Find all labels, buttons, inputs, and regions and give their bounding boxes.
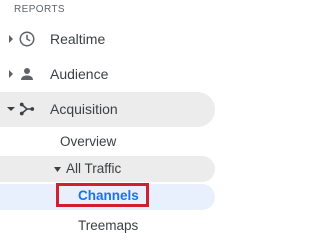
person-icon (18, 65, 36, 83)
nav-item-overview-label: Overview (60, 134, 117, 149)
caret-right-icon (6, 34, 16, 44)
nav-item-all-traffic-label: All Traffic (66, 161, 122, 176)
nav-item-treemaps-label: Treemaps (78, 218, 139, 233)
caret-down-icon (54, 167, 61, 172)
nav-item-audience-label: Audience (50, 66, 109, 82)
nav-item-treemaps[interactable]: Treemaps (0, 214, 220, 237)
nav-item-realtime-label: Realtime (50, 31, 106, 47)
clock-icon (18, 30, 36, 48)
reports-section-label: REPORTS (14, 4, 65, 15)
acquisition-icon (18, 100, 36, 118)
nav-item-channels-label: Channels (78, 188, 139, 203)
nav-item-acquisition-label: Acquisition (50, 101, 118, 117)
nav-item-all-traffic[interactable]: All Traffic (0, 156, 220, 182)
nav-item-overview[interactable]: Overview (0, 130, 220, 154)
nav-item-realtime[interactable]: Realtime (0, 21, 220, 57)
nav-item-acquisition[interactable]: Acquisition (0, 91, 220, 127)
caret-right-icon (6, 69, 16, 79)
nav-item-audience[interactable]: Audience (0, 56, 220, 92)
caret-down-icon (6, 104, 16, 114)
